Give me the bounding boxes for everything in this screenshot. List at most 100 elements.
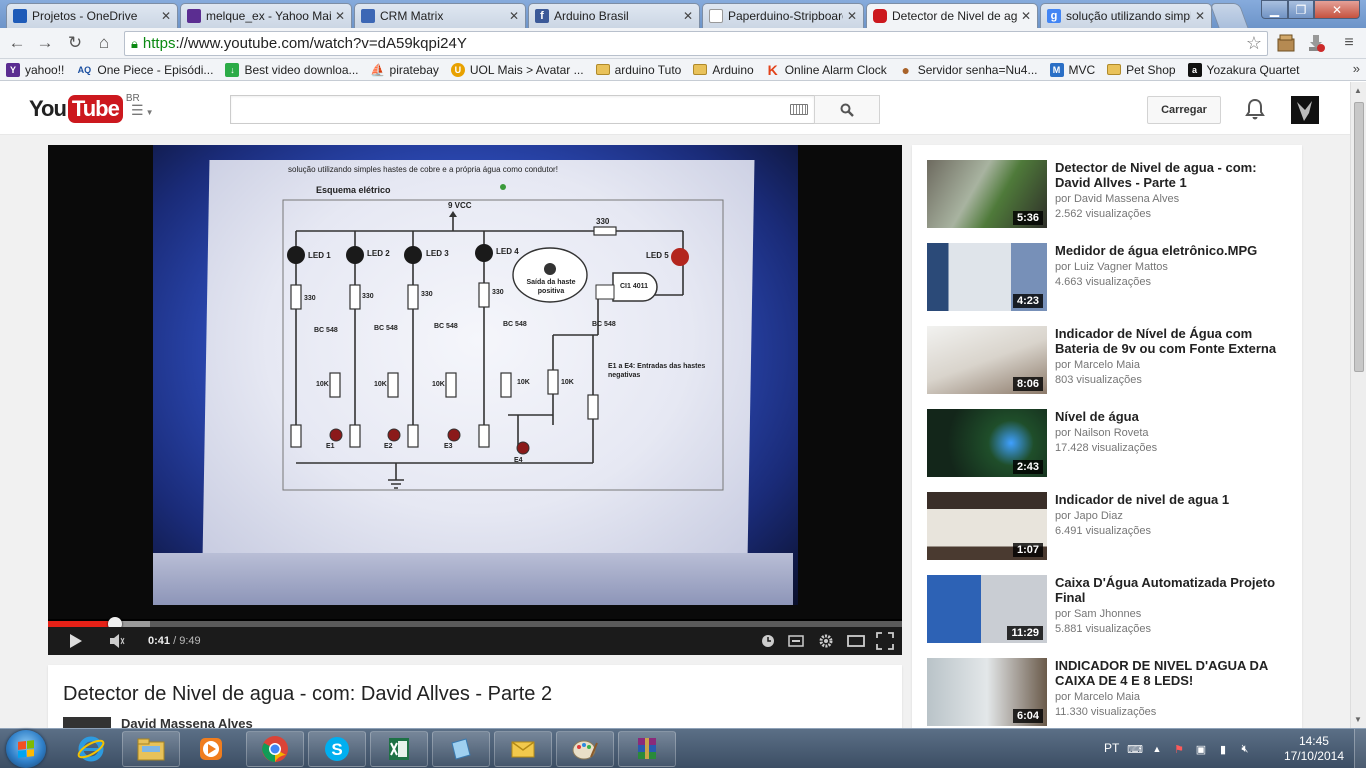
video-frame[interactable]: solução utilizando simples hastes de cob… bbox=[48, 145, 902, 619]
video-thumbnail[interactable]: 1:07 bbox=[927, 492, 1047, 560]
back-arrow-icon[interactable]: ← bbox=[6, 33, 28, 53]
related-title[interactable]: INDICADOR DE NIVEL D'AGUA DA CAIXA DE 4 … bbox=[1055, 658, 1287, 688]
bookmark-folder[interactable]: arduino Tuto bbox=[595, 63, 681, 77]
related-title[interactable]: Medidor de água eletrônico.MPG bbox=[1055, 243, 1287, 258]
bookmark-item[interactable]: a Yozakura Quartet bbox=[1187, 62, 1300, 77]
close-tab-icon[interactable]: ✕ bbox=[683, 9, 693, 23]
related-video-item[interactable]: 6:04 INDICADOR DE NIVEL D'AGUA DA CAIXA … bbox=[927, 658, 1287, 728]
tab-yahoo-mail[interactable]: melque_ex - Yahoo Mail ✕ bbox=[180, 3, 352, 28]
address-bar[interactable]: 🔒︎ https://www.youtube.com/watch?v=dA59k… bbox=[124, 31, 1268, 56]
youtube-logo[interactable]: You Tube BR bbox=[29, 93, 140, 123]
chrome-icon[interactable] bbox=[246, 731, 304, 767]
volume-icon[interactable] bbox=[108, 632, 126, 650]
tab-arduino-brasil[interactable]: f Arduino Brasil ✕ bbox=[528, 3, 700, 28]
related-video-item[interactable]: 2:43 Nível de água por Nailson Roveta 17… bbox=[927, 409, 1287, 479]
upload-button[interactable]: Carregar bbox=[1147, 96, 1221, 124]
watch-later-icon[interactable] bbox=[760, 632, 776, 650]
tab-onedrive[interactable]: Projetos - OneDrive ✕ bbox=[6, 3, 178, 28]
home-icon[interactable]: ⌂ bbox=[93, 33, 115, 53]
video-thumbnail[interactable]: 6:04 bbox=[927, 658, 1047, 726]
related-title[interactable]: Caixa D'Água Automatizada Projeto Final bbox=[1055, 575, 1287, 605]
tab-google-search[interactable]: g solução utilizando simples ✕ bbox=[1040, 3, 1212, 28]
internet-explorer-icon[interactable] bbox=[62, 731, 120, 767]
related-title[interactable]: Indicador de Nível de Água com Bateria d… bbox=[1055, 326, 1287, 356]
video-thumbnail[interactable]: 2:43 bbox=[927, 409, 1047, 477]
bookmark-item[interactable]: ⛵ piratebay bbox=[370, 63, 439, 77]
extension-box-icon[interactable] bbox=[1276, 33, 1296, 53]
settings-gear-icon[interactable] bbox=[818, 632, 834, 650]
notes-icon[interactable] bbox=[432, 731, 490, 767]
notifications-bell-icon[interactable] bbox=[1244, 98, 1266, 120]
video-player[interactable]: solução utilizando simples hastes de cob… bbox=[48, 145, 902, 655]
keyboard-icon[interactable] bbox=[790, 104, 808, 115]
tab-youtube-active[interactable]: Detector de Nivel de agua ✕ bbox=[866, 3, 1038, 28]
menu-hamburger-icon[interactable]: ≡ bbox=[1338, 33, 1360, 53]
media-player-icon[interactable] bbox=[182, 731, 240, 767]
channel-name[interactable]: David Massena Alves bbox=[121, 716, 253, 728]
close-tab-icon[interactable]: ✕ bbox=[847, 9, 857, 23]
close-window-button[interactable]: ✕ bbox=[1314, 0, 1360, 19]
theater-mode-icon[interactable] bbox=[847, 632, 865, 650]
play-icon[interactable] bbox=[68, 632, 84, 650]
excel-icon[interactable] bbox=[370, 731, 428, 767]
channel-avatar[interactable] bbox=[63, 717, 111, 728]
guide-menu-icon[interactable]: ☰ ▼ bbox=[131, 102, 153, 119]
related-title[interactable]: Detector de Nivel de agua - com: David A… bbox=[1055, 160, 1287, 190]
bookmark-folder[interactable]: Arduino bbox=[693, 63, 754, 77]
device-tray-icon[interactable]: ▣ bbox=[1194, 742, 1208, 756]
volume-muted-icon[interactable]: 🔇︎ bbox=[1238, 742, 1252, 756]
outlook-icon[interactable] bbox=[494, 731, 552, 767]
related-video-item[interactable]: 8:06 Indicador de Nível de Água com Bate… bbox=[927, 326, 1287, 396]
video-thumbnail[interactable]: 4:23 bbox=[927, 243, 1047, 311]
bookmark-item[interactable]: U UOL Mais > Avatar ... bbox=[450, 62, 584, 77]
system-clock[interactable]: 14:45 17/10/2014 bbox=[1284, 734, 1344, 764]
related-video-item[interactable]: 5:36 Detector de Nivel de agua - com: Da… bbox=[927, 160, 1287, 230]
paint-icon[interactable] bbox=[556, 731, 614, 767]
close-tab-icon[interactable]: ✕ bbox=[161, 9, 171, 23]
bookmarks-overflow-button[interactable]: » bbox=[1353, 61, 1360, 76]
bookmark-item[interactable]: AQ One Piece - Episódi... bbox=[76, 63, 214, 77]
close-tab-icon[interactable]: ✕ bbox=[1195, 9, 1205, 23]
video-thumbnail[interactable]: 5:36 bbox=[927, 160, 1047, 228]
search-button[interactable] bbox=[814, 95, 880, 124]
file-explorer-icon[interactable] bbox=[122, 731, 180, 767]
scroll-down-arrow-icon[interactable]: ▼ bbox=[1354, 715, 1362, 724]
close-tab-icon[interactable]: ✕ bbox=[509, 9, 519, 23]
maximize-button[interactable]: ❐ bbox=[1288, 0, 1314, 19]
forward-arrow-icon[interactable]: → bbox=[34, 33, 56, 53]
network-icon[interactable]: ▮ bbox=[1216, 742, 1230, 756]
reload-icon[interactable]: ↻ bbox=[64, 33, 86, 53]
bookmark-item[interactable]: Yyahoo!! bbox=[6, 62, 64, 77]
bookmark-folder[interactable]: Pet Shop bbox=[1107, 63, 1176, 77]
scrollbar-thumb[interactable] bbox=[1354, 102, 1364, 372]
start-button[interactable] bbox=[6, 730, 46, 768]
flag-alert-icon[interactable]: ⚑ bbox=[1172, 742, 1186, 756]
captions-icon[interactable] bbox=[788, 632, 804, 650]
page-scrollbar[interactable]: ▲ ▼ bbox=[1350, 82, 1366, 728]
new-tab-button[interactable] bbox=[1209, 3, 1249, 28]
search-input[interactable] bbox=[231, 96, 781, 123]
fullscreen-icon[interactable] bbox=[876, 632, 894, 650]
minimize-button[interactable]: ▁ bbox=[1261, 0, 1288, 19]
related-video-item[interactable]: 11:29 Caixa D'Água Automatizada Projeto … bbox=[927, 575, 1287, 645]
download-extension-icon[interactable] bbox=[1306, 33, 1326, 53]
skype-icon[interactable]: S bbox=[308, 731, 366, 767]
account-avatar[interactable] bbox=[1291, 96, 1319, 124]
bookmark-item[interactable]: ↓ Best video downloa... bbox=[225, 62, 359, 77]
show-desktop-button[interactable] bbox=[1354, 729, 1366, 768]
video-thumbnail[interactable]: 8:06 bbox=[927, 326, 1047, 394]
bookmark-item[interactable]: ● Servidor senha=Nu4... bbox=[899, 62, 1038, 78]
video-thumbnail[interactable]: 11:29 bbox=[927, 575, 1047, 643]
bookmark-star-icon[interactable]: ☆ bbox=[1246, 33, 1262, 54]
related-title[interactable]: Indicador de nivel de agua 1 bbox=[1055, 492, 1287, 507]
bookmark-item[interactable]: M MVC bbox=[1049, 62, 1095, 77]
language-indicator[interactable]: PT bbox=[1104, 741, 1119, 755]
tab-paperduino[interactable]: Paperduino-Stripboard ✕ bbox=[702, 3, 864, 28]
tray-expand-icon[interactable]: ▲ bbox=[1150, 742, 1164, 756]
bookmark-item[interactable]: K Online Alarm Clock bbox=[766, 62, 887, 78]
keyboard-tray-icon[interactable]: ⌨ bbox=[1127, 742, 1143, 756]
winrar-icon[interactable] bbox=[618, 731, 676, 767]
close-tab-icon[interactable]: ✕ bbox=[1021, 9, 1031, 23]
tab-crm-matrix[interactable]: CRM Matrix ✕ bbox=[354, 3, 526, 28]
scroll-up-arrow-icon[interactable]: ▲ bbox=[1354, 86, 1362, 95]
